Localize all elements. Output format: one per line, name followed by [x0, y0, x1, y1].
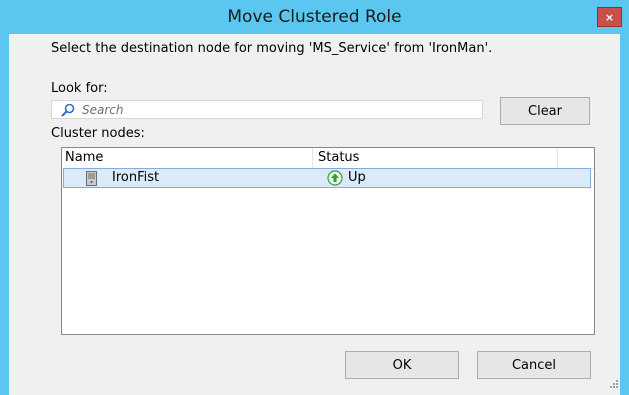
cluster-nodes-list[interactable]: Name Status IronFist Up — [61, 147, 595, 335]
column-header-status[interactable]: Status — [318, 150, 359, 165]
column-divider[interactable] — [312, 148, 313, 168]
window-title: Move Clustered Role — [227, 7, 402, 27]
look-for-label: Look for: — [51, 81, 108, 96]
ok-button[interactable]: OK — [345, 351, 459, 379]
search-input[interactable] — [82, 101, 462, 118]
table-row[interactable]: IronFist Up — [63, 168, 591, 188]
node-status: Up — [348, 170, 366, 185]
node-name: IronFist — [112, 170, 160, 185]
dialog-window: Move Clustered Role × Select the destina… — [0, 0, 629, 395]
search-icon — [61, 103, 75, 117]
title-bar[interactable]: Move Clustered Role × — [0, 0, 629, 34]
destination-prompt: Select the destination node for moving '… — [51, 41, 493, 56]
list-header: Name Status — [62, 148, 594, 169]
cluster-nodes-label: Cluster nodes: — [51, 126, 145, 141]
up-arrow-icon — [327, 170, 343, 186]
cancel-button[interactable]: Cancel — [477, 351, 591, 379]
search-box[interactable] — [51, 100, 483, 119]
resize-grip-icon[interactable] — [608, 378, 619, 389]
column-header-name[interactable]: Name — [65, 150, 103, 165]
close-icon: × — [604, 10, 615, 24]
column-divider[interactable] — [557, 148, 558, 168]
server-icon — [86, 171, 97, 186]
clear-button[interactable]: Clear — [500, 97, 590, 125]
close-button[interactable]: × — [597, 7, 622, 27]
